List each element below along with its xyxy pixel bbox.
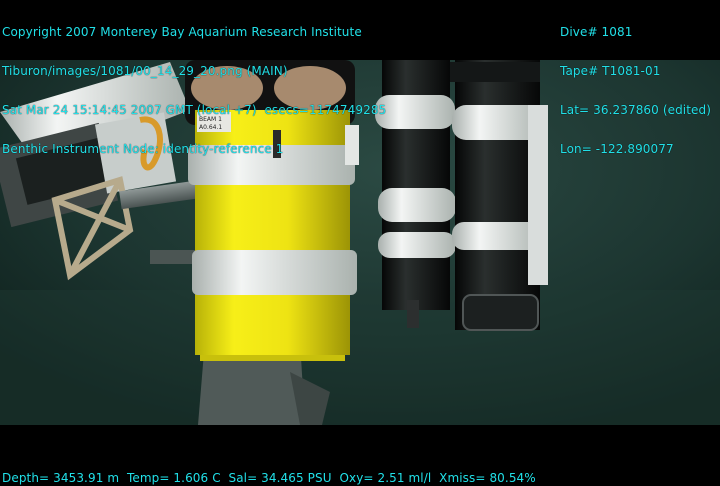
node-line: Benthic Instrument Node: identity-refere… (2, 142, 284, 156)
dive-number: Dive# 1081 (560, 25, 633, 39)
overlay-header-right: Dive# 1081 Tape# T1081-01 Lat= 36.237860… (560, 0, 711, 182)
image-path-line: Tiburon/images/1081/00_14_29_20.png (MAI… (2, 64, 288, 78)
timestamp-line: Sat Mar 24 15:14:45 2007 GMT (local +7) … (2, 103, 387, 117)
overlay-header-left: Copyright 2007 Monterey Bay Aquarium Res… (2, 0, 386, 182)
longitude: Lon= -122.890077 (560, 142, 674, 156)
tape-number: Tape# T1081-01 (560, 64, 661, 78)
sensor-readout-footer: Depth= 3453.91 m Temp= 1.606 C Sal= 34.4… (2, 471, 536, 485)
video-frame: BEAM 1 A0.64.1 Copyright 2007 Monterey B… (0, 0, 720, 486)
copyright-line: Copyright 2007 Monterey Bay Aquarium Res… (2, 25, 362, 39)
latitude: Lat= 36.237860 (edited) (560, 103, 712, 117)
